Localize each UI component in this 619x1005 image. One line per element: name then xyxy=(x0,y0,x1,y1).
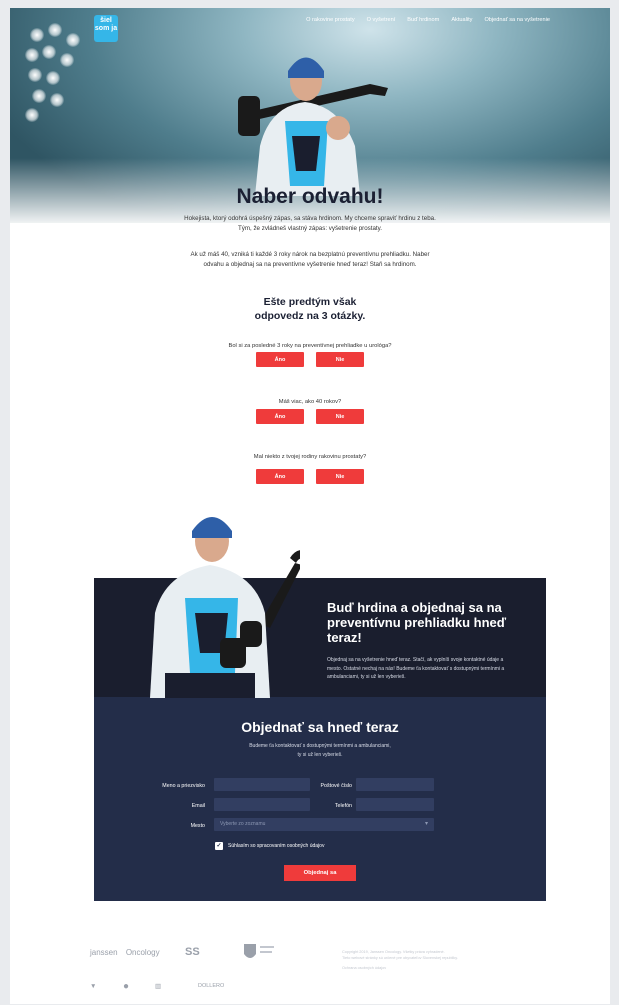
answer-no-button[interactable]: Nie xyxy=(316,409,364,424)
cta-title: Buď hrdina a objednaj sa na preventívnu … xyxy=(327,600,507,645)
quiz-title-line1: Ešte predtým však xyxy=(263,296,357,308)
page: šiel som ja O rakovine prostaty O vyšetr… xyxy=(10,8,610,1004)
nav-item-prostate-cancer[interactable]: O rakovine prostaty xyxy=(306,17,355,23)
submit-button[interactable]: Objednaj sa xyxy=(284,865,356,881)
privacy-link[interactable]: Ochrana osobných údajov xyxy=(342,965,552,971)
oncology-logo-text: Oncology xyxy=(125,948,160,957)
quiz-answers-2: Áno Nie xyxy=(256,409,366,424)
answer-no-button[interactable]: Nie xyxy=(316,469,364,484)
consent-label: Súhlasím so spracovaním osobných údajov xyxy=(228,843,325,849)
footer: janssen Oncology SS ▼ ● ▥ DOLLERO Copyri… xyxy=(10,926,610,1004)
intro-text-2: Ak už máš 40, vzniká ti každé 3 roky nár… xyxy=(190,251,430,268)
zip-input[interactable] xyxy=(356,778,434,791)
janssen-logo: janssen Oncology xyxy=(90,948,160,957)
ss-logo: SS xyxy=(185,946,200,958)
janssen-logo-text: janssen xyxy=(90,948,118,957)
nav-item-exam[interactable]: O vyšetrení xyxy=(367,17,396,23)
dollero-logo: DOLLERO xyxy=(198,983,225,989)
answer-no-button[interactable]: Nie xyxy=(316,352,364,367)
quiz-question-1: Bol si za posledné 3 roky na preventívne… xyxy=(228,343,392,349)
answer-yes-button[interactable]: Áno xyxy=(256,409,304,424)
email-label: Email xyxy=(191,803,205,809)
city-select-placeholder: Vyberte zo zoznamu xyxy=(220,821,266,827)
phone-label: Telefón xyxy=(334,803,352,809)
answer-yes-button[interactable]: Áno xyxy=(256,469,304,484)
quiz-answers-1: Áno Nie xyxy=(256,352,366,367)
form-subtitle-line1: Budeme ťa kontaktovať s dostupnými termí… xyxy=(249,743,391,749)
footer-logo-2: ● xyxy=(123,981,130,992)
name-label: Meno a priezvisko xyxy=(162,783,205,789)
site-logo[interactable]: šiel som ja xyxy=(94,15,118,42)
nav-item-be-hero[interactable]: Buď hrdinom xyxy=(407,17,439,23)
phone-input[interactable] xyxy=(356,798,434,811)
hockey-league-logo xyxy=(244,944,274,958)
form-subtitle: Budeme ťa kontaktovať s dostupnými termí… xyxy=(94,742,546,760)
form-subtitle-line2: ty si už len vyberieš. xyxy=(297,752,343,758)
hockey-player-image-2 xyxy=(150,517,300,698)
quiz-question-3: Mal niekto z tvojej rodiny rakovinu pros… xyxy=(253,454,367,460)
footer-logo-1: ▼ xyxy=(90,983,97,990)
chevron-down-icon: ▾ xyxy=(424,821,428,827)
quiz-answers-3: Áno Nie xyxy=(256,469,366,484)
nav-item-order-exam[interactable]: Objednať sa na vyšetrenie xyxy=(484,17,550,23)
page-title: Naber odvahu! xyxy=(236,185,384,208)
cta-text: Objednaj sa na vyšetrenie hneď teraz. St… xyxy=(327,657,505,680)
quiz-title: Ešte predtým však odpovedz na 3 otázky. xyxy=(10,295,610,323)
footer-notice: Tieto webové stránky sú určené pre obyva… xyxy=(342,956,458,960)
zip-label: Poštové číslo xyxy=(320,783,352,789)
form-title: Objednať sa hneď teraz xyxy=(241,719,399,735)
nav-item-news[interactable]: Aktuality xyxy=(451,17,472,23)
city-select[interactable]: Vyberte zo zoznamu ▾ xyxy=(214,818,434,831)
quiz-title-line2: odpovedz na 3 otázky. xyxy=(254,310,366,322)
stadium-lights xyxy=(20,23,100,143)
intro-text: Hokejista, ktorý odohrá úspešný zápas, s… xyxy=(184,215,436,232)
footer-logo-3: ▥ xyxy=(155,983,162,990)
footer-legal: Copyright 2019, Janssen Oncology. Všetky… xyxy=(342,949,552,971)
consent-checkbox[interactable]: ✓ xyxy=(215,842,223,850)
hockey-player-image xyxy=(238,57,388,196)
city-label: Mesto xyxy=(190,823,205,829)
quiz-question-2: Máš viac, ako 40 rokov? xyxy=(278,399,342,405)
answer-yes-button[interactable]: Áno xyxy=(256,352,304,367)
main-nav: O rakovine prostaty O vyšetrení Buď hrdi… xyxy=(306,17,550,23)
